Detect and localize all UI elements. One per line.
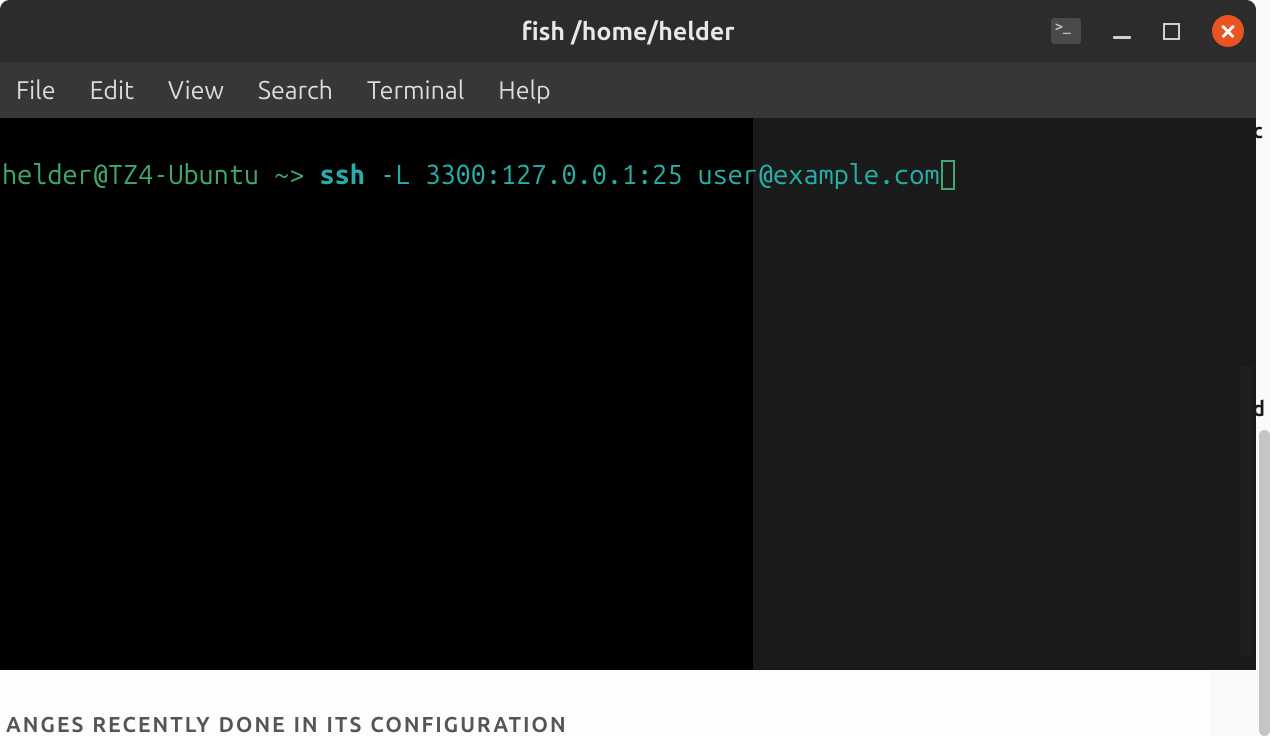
- close-button[interactable]: [1212, 15, 1244, 47]
- terminal-bg-dark: [0, 118, 753, 670]
- menu-file[interactable]: File: [16, 76, 56, 104]
- maximize-button[interactable]: [1163, 23, 1180, 40]
- menu-help[interactable]: Help: [498, 76, 550, 104]
- background-heading: ANGES RECENTLY DONE IN ITS CONFIGURATION: [6, 712, 568, 736]
- menubar: File Edit View Search Terminal Help: [0, 62, 1256, 118]
- terminal-bg-light: [753, 118, 1256, 670]
- shell-command: ssh: [320, 160, 365, 190]
- cursor-icon: [941, 160, 955, 190]
- menu-terminal[interactable]: Terminal: [367, 76, 464, 104]
- terminal-body[interactable]: helder@TZ4-Ubuntu ~> ssh -L 3300:127.0.0…: [0, 118, 1256, 670]
- titlebar[interactable]: fish /home/helder: [0, 0, 1256, 62]
- minimize-button[interactable]: [1113, 24, 1131, 39]
- menu-view[interactable]: View: [168, 76, 224, 104]
- app-indicator-icon[interactable]: [1051, 18, 1081, 44]
- background-scrollbar[interactable]: [1259, 430, 1270, 736]
- menu-edit[interactable]: Edit: [90, 76, 134, 104]
- shell-args: -L 3300:127.0.0.1:25 user@example.com: [365, 160, 940, 190]
- shell-prompt: helder@TZ4-Ubuntu ~>: [2, 160, 320, 190]
- window-title: fish /home/helder: [521, 17, 734, 45]
- terminal-line: helder@TZ4-Ubuntu ~> ssh -L 3300:127.0.0…: [2, 158, 1254, 193]
- menu-search[interactable]: Search: [258, 76, 333, 104]
- terminal-window: fish /home/helder File Edit View Search …: [0, 0, 1256, 670]
- terminal-scrollbar[interactable]: [1240, 366, 1252, 656]
- window-controls: [1051, 15, 1244, 47]
